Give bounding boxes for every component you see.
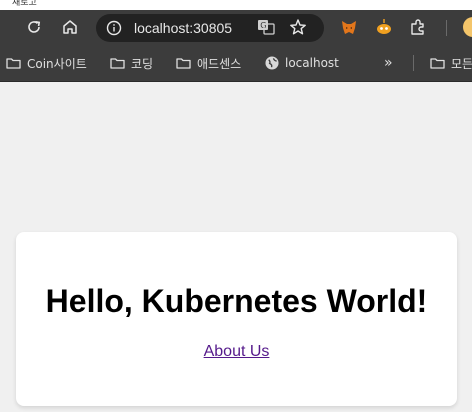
- bot-extension-icon[interactable]: [374, 17, 394, 37]
- home-icon[interactable]: [60, 17, 80, 37]
- folder-icon: [6, 57, 21, 69]
- bookmarks-overflow-button[interactable]: »: [384, 53, 393, 73]
- bookmark-label: 모든: [451, 56, 472, 71]
- bookmark-localhost[interactable]: localhost: [265, 53, 339, 73]
- fox-extension-icon[interactable]: [339, 18, 359, 36]
- bookmarks-separator: [413, 55, 414, 71]
- about-us-link[interactable]: About Us: [204, 343, 270, 360]
- bookmark-label: 코딩: [131, 56, 154, 71]
- folder-icon: [176, 57, 191, 69]
- url-text[interactable]: localhost:30805: [134, 20, 232, 36]
- top-strip: 새로고: [0, 0, 472, 10]
- star-icon[interactable]: [288, 17, 308, 37]
- reload-icon[interactable]: [24, 17, 44, 37]
- svg-text:G: G: [260, 21, 266, 30]
- bookmarks-bar: Coin사이트 코딩 애드센스 localhost » 모든: [0, 44, 472, 82]
- bookmark-folder-coding[interactable]: 코딩: [110, 53, 153, 73]
- profile-avatar[interactable]: [462, 16, 472, 38]
- top-strip-label: 새로고: [12, 0, 37, 8]
- overflow-label: »: [384, 55, 393, 71]
- content-card: Hello, Kubernetes World! About Us: [16, 232, 457, 406]
- bookmark-label: 애드센스: [197, 56, 242, 71]
- all-bookmarks-button[interactable]: 모든: [430, 53, 472, 73]
- info-icon[interactable]: [106, 20, 122, 36]
- browser-toolbar: localhost:30805 G: [0, 10, 472, 44]
- folder-icon: [110, 57, 125, 69]
- toolbar-separator: [446, 20, 447, 36]
- page-heading: Hello, Kubernetes World!: [45, 283, 428, 319]
- bookmark-folder-coin[interactable]: Coin사이트: [6, 53, 87, 73]
- bookmark-label: Coin사이트: [27, 56, 87, 71]
- puzzle-icon[interactable]: [408, 17, 428, 37]
- bookmark-folder-adsense[interactable]: 애드센스: [176, 53, 241, 73]
- bookmark-label: localhost: [285, 56, 339, 70]
- folder-icon: [430, 57, 445, 69]
- globe-icon: [265, 56, 279, 70]
- about-link-wrap: About Us: [16, 342, 457, 362]
- translate-icon[interactable]: G: [256, 18, 276, 36]
